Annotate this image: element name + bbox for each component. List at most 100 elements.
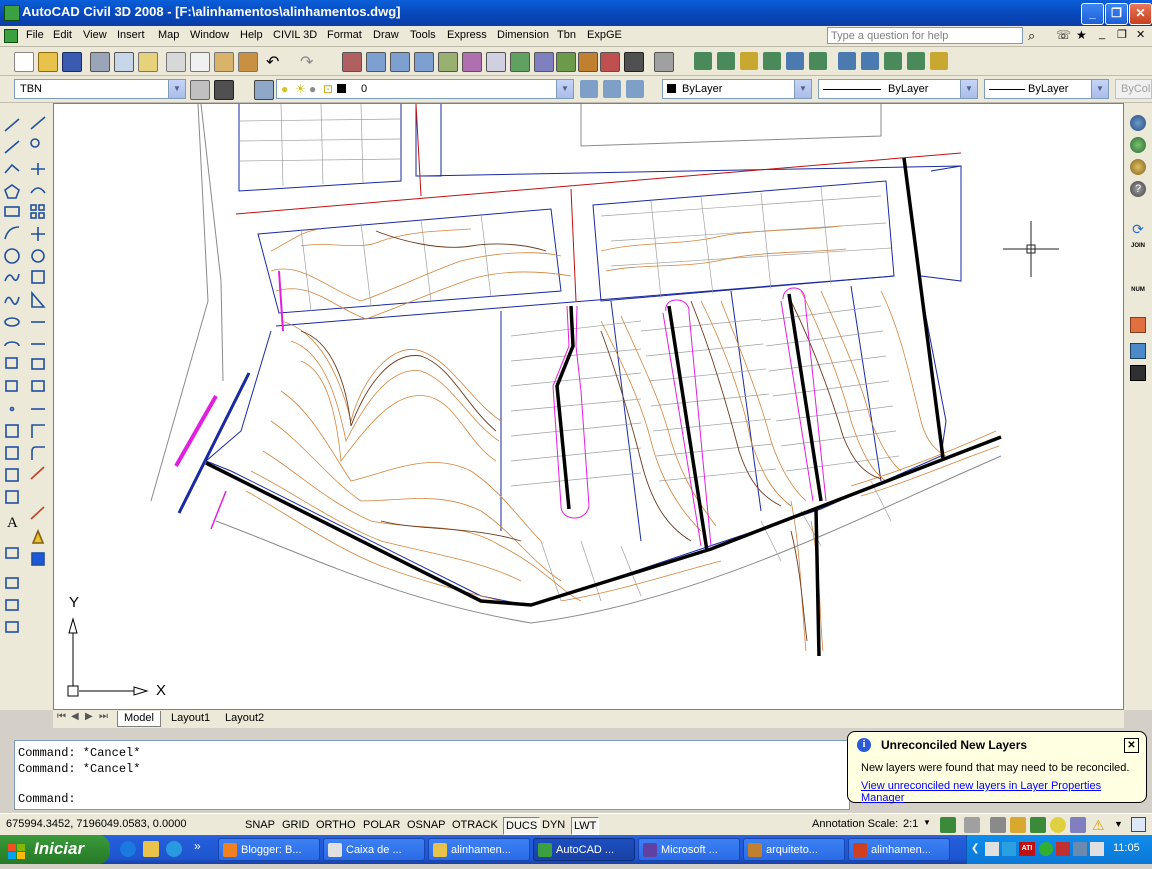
otrack-toggle[interactable]: OTRACK — [450, 817, 500, 833]
globe-2-icon[interactable] — [1130, 137, 1146, 153]
restore-button[interactable]: ❐ — [1105, 3, 1128, 25]
layer-tool-9-icon[interactable] — [884, 52, 902, 70]
tab-layout1[interactable]: Layout1 — [165, 711, 216, 726]
quickcalc-icon[interactable] — [600, 52, 620, 72]
menu-express[interactable]: Express — [447, 29, 487, 41]
text-style-combo[interactable]: TBN ▼ — [14, 79, 186, 99]
open-icon[interactable] — [38, 52, 58, 72]
bulb-icon[interactable] — [1050, 817, 1066, 833]
zoom-realtime-icon[interactable] — [366, 52, 386, 72]
tab-nav-first-icon[interactable]: ⏮ — [57, 711, 66, 722]
menu-view[interactable]: View — [83, 29, 107, 41]
globe-icon[interactable] — [1130, 115, 1146, 131]
tray-security-icon[interactable] — [1056, 842, 1070, 856]
tab-layout2[interactable]: Layout2 — [219, 711, 270, 726]
text-style-manager-icon[interactable] — [190, 80, 210, 100]
chevron-down-icon[interactable]: ▼ — [923, 818, 931, 827]
match-properties-icon[interactable] — [238, 52, 258, 72]
tray-app-icon[interactable] — [1073, 842, 1087, 856]
tray-monitor-icon[interactable] — [1002, 842, 1016, 856]
new-icon[interactable] — [14, 52, 34, 72]
menu-file[interactable]: File — [26, 29, 44, 41]
snap-toggle[interactable]: SNAP — [243, 817, 277, 833]
annotation-scale-value[interactable]: 2:1 — [903, 818, 918, 830]
annotation-visibility-icon[interactable] — [940, 817, 956, 833]
layer-tool-1-icon[interactable] — [694, 52, 712, 70]
menu-window[interactable]: Window — [190, 29, 229, 41]
balloon-close-button[interactable]: ✕ — [1124, 738, 1139, 753]
save-icon[interactable] — [62, 52, 82, 72]
linetype-combo[interactable]: ByLayer ▼ — [818, 79, 978, 99]
dim-style-icon[interactable] — [214, 80, 234, 100]
task-alinhamentos-image[interactable]: alinhamen... — [848, 838, 950, 861]
undo-icon[interactable]: ↶ — [266, 52, 284, 71]
balloon-link[interactable]: View unreconciled new layers in Layer Pr… — [861, 780, 1146, 804]
properties-icon[interactable] — [462, 52, 482, 72]
refresh-icon[interactable]: ⟳ — [1130, 221, 1146, 237]
osnap-toggle[interactable]: OSNAP — [405, 817, 448, 833]
menu-dimension[interactable]: Dimension — [497, 29, 549, 41]
dyn-toggle[interactable]: DYN — [540, 817, 567, 833]
tray-expand-icon[interactable]: ❮ — [971, 843, 979, 854]
warning-icon[interactable]: ⚠ — [1092, 817, 1105, 834]
tool-palettes-icon[interactable] — [510, 52, 530, 72]
ie-quicklaunch-icon[interactable] — [120, 841, 136, 857]
close-button[interactable]: ✕ — [1129, 3, 1152, 25]
layer-states-icon[interactable] — [626, 80, 644, 98]
lwt-toggle[interactable]: LWT — [571, 817, 600, 835]
zoom-previous-icon[interactable] — [414, 52, 434, 72]
layer-manager-icon[interactable] — [254, 80, 274, 100]
layer-tool-3-icon[interactable] — [740, 52, 758, 70]
menu-expge[interactable]: ExpGE — [587, 29, 622, 41]
lineweight-combo[interactable]: ByLayer ▼ — [984, 79, 1109, 99]
device-icon[interactable] — [1130, 365, 1146, 381]
publish-icon[interactable] — [138, 52, 158, 72]
minimize-button[interactable]: _ — [1081, 3, 1104, 25]
doc-minimize-button[interactable]: _ — [1099, 28, 1105, 40]
document-icon[interactable] — [4, 29, 18, 43]
task-blogger[interactable]: Blogger: B... — [218, 838, 320, 861]
menu-draw[interactable]: Draw — [373, 29, 399, 41]
help-search-input[interactable]: Type a question for help — [827, 27, 1023, 44]
menu-tools[interactable]: Tools — [410, 29, 436, 41]
calculator-icon[interactable] — [624, 52, 644, 72]
ducs-toggle[interactable]: DUCS — [503, 817, 541, 835]
dbconnect-icon[interactable] — [578, 52, 598, 72]
layer-tool-5-icon[interactable] — [786, 52, 804, 70]
ruler-icon[interactable] — [1130, 317, 1146, 333]
lock-icon[interactable] — [1010, 817, 1026, 833]
tab-nav-last-icon[interactable]: ⏭ — [99, 711, 108, 722]
layer-tool-6-icon[interactable] — [809, 52, 827, 70]
layer-previous-icon[interactable] — [603, 80, 621, 98]
menu-help[interactable]: Help — [240, 29, 263, 41]
menu-format[interactable]: Format — [327, 29, 362, 41]
tray-network-icon[interactable] — [985, 842, 999, 856]
ortho-toggle[interactable]: ORTHO — [314, 817, 358, 833]
grid-toggle[interactable]: GRID — [280, 817, 312, 833]
menu-tbn[interactable]: Tbn — [557, 29, 576, 41]
plot-preview-icon[interactable] — [114, 52, 134, 72]
redo-icon[interactable]: ↷ — [300, 52, 318, 71]
menu-civil3d[interactable]: CIVIL 3D — [273, 29, 317, 41]
start-button[interactable]: Iniciar — [0, 835, 110, 864]
menu-map[interactable]: Map — [158, 29, 179, 41]
autocad-app-icon[interactable] — [4, 5, 20, 21]
drawing-canvas[interactable]: Y X — [53, 103, 1124, 710]
task-caixa[interactable]: Caixa de ... — [323, 838, 425, 861]
more-quicklaunch-icon[interactable]: » — [194, 839, 201, 853]
clean-screen-icon[interactable] — [1131, 817, 1146, 832]
favorites-star-icon[interactable]: ★ — [1076, 28, 1087, 42]
3d-orbit-icon[interactable] — [438, 52, 458, 72]
tray-ati-icon[interactable]: ATI — [1019, 842, 1035, 856]
plot-status-icon[interactable] — [1070, 817, 1086, 833]
polar-toggle[interactable]: POLAR — [361, 817, 402, 833]
menu-insert[interactable]: Insert — [117, 29, 145, 41]
tray-volume-icon[interactable] — [1090, 842, 1104, 856]
doc-restore-button[interactable]: ❐ — [1117, 28, 1127, 41]
cut-icon[interactable] — [166, 52, 186, 72]
command-line[interactable]: Command: *Cancel* Command: *Cancel* Comm… — [14, 740, 850, 810]
make-object-layer-current-icon[interactable] — [580, 80, 598, 98]
task-arquiteto[interactable]: arquiteto... — [743, 838, 845, 861]
help-circle-icon[interactable]: ? — [1130, 181, 1146, 197]
tab-model[interactable]: Model — [117, 711, 161, 727]
